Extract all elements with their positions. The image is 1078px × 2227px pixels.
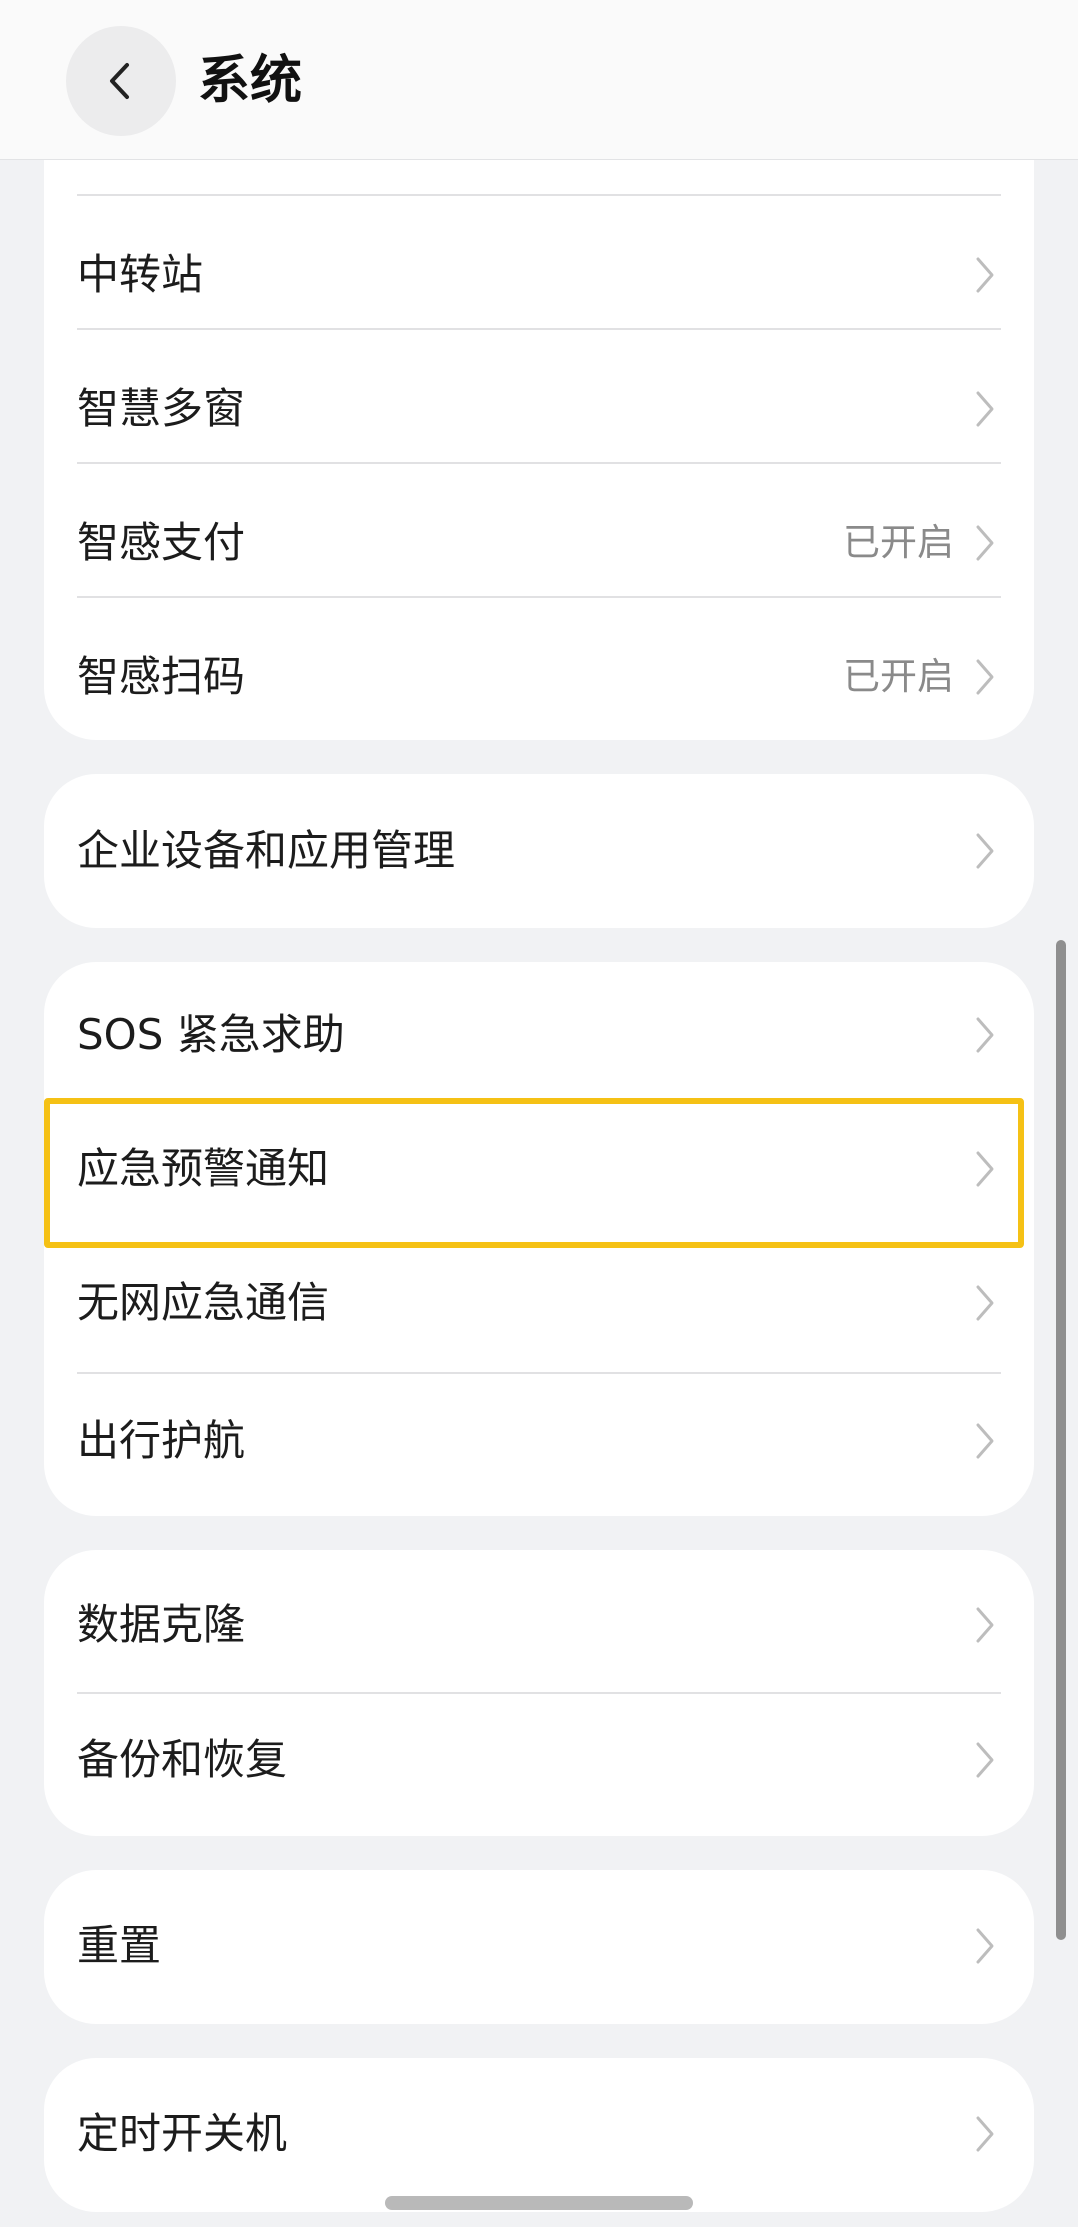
status-value: 已开启 xyxy=(843,655,954,698)
settings-item-multi-window[interactable]: 智慧多窗 xyxy=(44,342,1034,476)
settings-group-general: 中转站 智慧多窗 智感支付 已开启 智感扫码 已开启 xyxy=(44,80,1034,740)
chevron-right-icon xyxy=(976,1928,994,1964)
chevron-left-icon xyxy=(110,63,129,99)
settings-item-smart-scan[interactable]: 智感扫码 已开启 xyxy=(44,610,1034,744)
chevron-right-icon xyxy=(976,833,994,869)
settings-item-label: 智感支付 xyxy=(77,518,246,567)
home-indicator[interactable] xyxy=(385,2196,693,2210)
settings-group-schedule: 定时开关机 xyxy=(44,2058,1034,2212)
settings-item-label: 定时开关机 xyxy=(77,2109,288,2158)
scrollbar[interactable] xyxy=(1056,940,1066,1940)
settings-item-sos[interactable]: SOS 紧急求助 xyxy=(44,968,1034,1102)
settings-item-label: 企业设备和应用管理 xyxy=(77,826,456,875)
settings-item-label: 重置 xyxy=(77,1921,162,1970)
chevron-right-icon xyxy=(976,1423,994,1459)
chevron-right-icon xyxy=(976,659,994,695)
settings-item-label: 智感扫码 xyxy=(77,652,246,701)
chevron-right-icon xyxy=(976,1017,994,1053)
divider xyxy=(77,328,1001,330)
settings-item-travel-guard[interactable]: 出行护航 xyxy=(44,1374,1034,1508)
chevron-right-icon xyxy=(976,1607,994,1643)
divider xyxy=(77,596,1001,598)
selection-highlight xyxy=(44,1098,1024,1248)
settings-group-enterprise: 企业设备和应用管理 xyxy=(44,774,1034,928)
settings-item-transfer-station[interactable]: 中转站 xyxy=(44,208,1034,342)
settings-item-reset[interactable]: 重置 xyxy=(44,1879,1034,2013)
title-bar: 系统 xyxy=(0,0,1078,160)
chevron-right-icon xyxy=(976,525,994,561)
settings-item-backup-restore[interactable]: 备份和恢复 xyxy=(44,1693,1034,1827)
settings-item-label: SOS 紧急求助 xyxy=(77,1010,345,1059)
chevron-right-icon xyxy=(976,257,994,293)
chevron-right-icon xyxy=(976,1742,994,1778)
settings-item-smart-payment[interactable]: 智感支付 已开启 xyxy=(44,476,1034,610)
settings-item-enterprise-management[interactable]: 企业设备和应用管理 xyxy=(44,784,1034,918)
settings-group-data: 数据克隆 备份和恢复 xyxy=(44,1550,1034,1836)
chevron-right-icon xyxy=(976,1285,994,1321)
settings-item-label: 出行护航 xyxy=(77,1416,246,1465)
settings-item-label: 中转站 xyxy=(77,250,204,299)
chevron-right-icon xyxy=(976,2116,994,2152)
settings-item-offline-emergency-comm[interactable]: 无网应急通信 xyxy=(44,1236,1034,1370)
back-button[interactable] xyxy=(66,26,176,136)
page-title: 系统 xyxy=(198,51,303,111)
divider xyxy=(77,194,1001,196)
divider xyxy=(77,462,1001,464)
settings-item-label: 无网应急通信 xyxy=(77,1278,330,1327)
settings-group-reset: 重置 xyxy=(44,1870,1034,2024)
settings-item-label: 备份和恢复 xyxy=(77,1735,288,1784)
settings-item-label: 智慧多窗 xyxy=(77,384,246,433)
status-value: 已开启 xyxy=(843,521,954,564)
settings-item-data-clone[interactable]: 数据克隆 xyxy=(44,1558,1034,1692)
settings-item-scheduled-power[interactable]: 定时开关机 xyxy=(44,2067,1034,2201)
settings-item-label: 数据克隆 xyxy=(77,1600,246,1649)
chevron-right-icon xyxy=(976,391,994,427)
